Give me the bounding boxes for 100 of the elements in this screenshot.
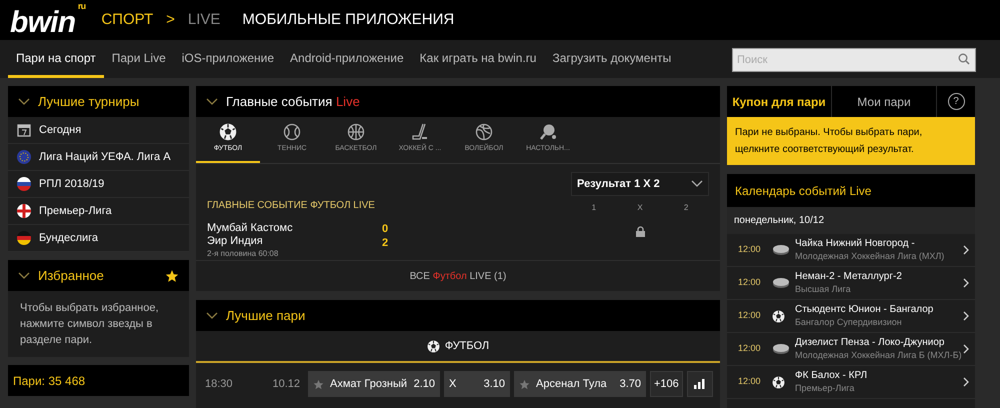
- stats-button[interactable]: [686, 371, 713, 397]
- team-name: Мумбай Кастомс: [207, 222, 294, 235]
- calendar-icon: [17, 123, 31, 137]
- volleyball-icon: [475, 123, 493, 142]
- panel-header[interactable]: Лучшие пари: [196, 300, 720, 331]
- star-icon: [519, 378, 530, 390]
- event-time: 12:00: [738, 375, 762, 388]
- date-header: понедельник, 10/12: [727, 207, 975, 234]
- match-period: 2-я половина 60:08: [207, 248, 280, 260]
- section-title: ГЛАВНЫЕ СОБЫТИЕ ФУТБОЛ LIVE: [207, 199, 376, 213]
- logo-suffix: ru: [78, 2, 86, 11]
- odds-button[interactable]: Ахмат Грозный 2.10: [308, 371, 440, 397]
- favorites-hint: Чтобы выбрать избранное, нажмите символ звезды в разделе пари.: [19, 301, 160, 348]
- panel-title: Календарь событий Live: [735, 182, 872, 200]
- chevron-right-icon: [963, 278, 969, 288]
- chevron-right-icon: [963, 245, 969, 255]
- nav-tab[interactable]: Пари Live: [104, 40, 174, 78]
- star-icon: [313, 378, 324, 390]
- flag-icon: [17, 231, 31, 245]
- event-row[interactable]: 12:00 Чайка Нижний Новгород - Молодежная Хоккейная Лига (МХЛ): [727, 234, 975, 267]
- odds-button[interactable]: Арсенал Тула 3.70: [514, 371, 646, 397]
- event-league: Молодежная Хоккейная Лига (МХЛ): [795, 250, 946, 262]
- chevron-down-icon: [691, 180, 703, 188]
- chevron-down-icon: [18, 272, 30, 280]
- coupon-message: Пари не выбраны. Чтобы выбрать пари, щелкните соответствующий результат.: [727, 117, 975, 165]
- puck-icon: [772, 343, 790, 355]
- panel-header[interactable]: Лучшие турниры: [8, 86, 189, 117]
- panel-header[interactable]: Главные события Live: [196, 86, 720, 117]
- tournament-item[interactable]: Бундеслига: [8, 225, 189, 252]
- bar-chart-icon: [694, 379, 706, 389]
- nav-tab[interactable]: iOS-приложение: [174, 40, 282, 78]
- nav-tab[interactable]: Android-приложение: [282, 40, 412, 78]
- chevron-right-icon: [963, 344, 969, 354]
- panel-title: Лучшие пари: [226, 306, 306, 325]
- event-name: ФК Балох - КРЛ: [795, 370, 868, 382]
- search-icon: [958, 53, 970, 65]
- star-icon: [165, 268, 179, 282]
- puck-icon: [772, 244, 790, 256]
- event-league: Премьер-Лига: [795, 382, 856, 394]
- event-name: Дизелист Пенза - Локо-Джуниор: [795, 337, 946, 349]
- soccer-ball-icon: [426, 340, 440, 352]
- nav-link[interactable]: МОБИЛЬНЫЕ ПРИЛОЖЕНИЯ: [242, 8, 454, 32]
- score: 2: [382, 236, 388, 250]
- flag-icon: [17, 204, 31, 218]
- panel-title: Лучшие турниры: [38, 92, 140, 111]
- all-live-link[interactable]: ВСЕ Футбол LIVE (1): [196, 261, 720, 291]
- help-button[interactable]: ?: [948, 93, 964, 110]
- nav-tab[interactable]: Как играть на bwin.ru: [412, 40, 544, 78]
- event-league: Высшая Лига: [795, 283, 852, 295]
- match-date: 10.12: [271, 376, 300, 392]
- nav-tab[interactable]: Пари на спорт: [8, 40, 104, 78]
- puck-icon: [772, 277, 790, 289]
- soccer-ball-icon: [772, 310, 785, 322]
- tennis-ball-icon: [283, 123, 301, 142]
- flag-icon: [17, 177, 31, 191]
- event-time: 12:00: [738, 276, 762, 290]
- nav-tab[interactable]: Загрузить документы: [544, 40, 680, 78]
- event-league: Молодежная Хоккейная Лига Б (МХЛ-Б): [795, 349, 963, 361]
- event-name: Неман-2 - Металлург-2: [795, 271, 903, 283]
- flag-icon: [17, 150, 31, 164]
- nav-link[interactable]: LIVE: [188, 8, 220, 32]
- chevron-down-icon: [206, 98, 218, 106]
- soccer-ball-icon: [772, 376, 785, 388]
- event-row[interactable]: 12:00 Неман-2 - Металлург-2 Высшая Лига: [727, 267, 975, 300]
- soccer-ball-icon: [219, 123, 237, 142]
- market-dropdown[interactable]: Результат 1 X 2: [571, 172, 709, 196]
- event-row[interactable]: 12:00 ФК Балох - КРЛ Премьер-Лига: [727, 366, 975, 399]
- bets-count: Пари: 35 468: [13, 372, 86, 390]
- event-league: Бангалор Супердивизион: [795, 316, 903, 328]
- event-name: Чайка Нижний Новгород -: [795, 238, 916, 250]
- panel-header[interactable]: Избранное: [8, 260, 189, 291]
- table-tennis-icon: [539, 123, 557, 142]
- event-row[interactable]: 12:00 Дизелист Пенза - Локо-Джуниор Молодежная Хоккейная Лига Б (МХЛ-Б): [727, 333, 975, 366]
- tournament-item[interactable]: Премьер-Лига: [8, 198, 189, 225]
- event-time: 12:00: [738, 243, 762, 256]
- sport-header: ФУТБОЛ: [196, 331, 720, 363]
- chevron-right-icon: [963, 377, 969, 387]
- match-time: 18:30: [204, 376, 234, 392]
- chevron-down-icon: [206, 312, 218, 320]
- more-markets-button[interactable]: +106: [650, 371, 683, 397]
- event-time: 12:00: [738, 309, 762, 322]
- column-header: X: [637, 202, 643, 214]
- nav-link[interactable]: СПОРТ: [101, 8, 154, 32]
- team-name: Эир Индия: [207, 235, 264, 248]
- column-header: 1: [592, 202, 596, 214]
- event-time: 12:00: [738, 342, 762, 356]
- search-field[interactable]: Поиск: [732, 48, 976, 72]
- panel-title: Главные события Live: [226, 92, 360, 111]
- odds-button[interactable]: X 3.10: [444, 371, 510, 397]
- chevron-right-icon: [963, 311, 969, 321]
- tournament-item[interactable]: Сегодня: [8, 117, 189, 144]
- column-header: 2: [684, 202, 688, 214]
- breadcrumb-separator: >: [166, 10, 175, 30]
- basketball-icon: [347, 123, 365, 142]
- tournament-item[interactable]: РПЛ 2018/19: [8, 171, 189, 198]
- event-name: Стьюдентс Юнион - Бангалор: [795, 304, 934, 316]
- score: 0: [382, 222, 388, 236]
- panel-title: Избранное: [38, 266, 104, 285]
- event-row[interactable]: 12:00 Стьюдентс Юнион - Бангалор Бангалор Супердивизион: [727, 300, 975, 333]
- tournament-item[interactable]: Лига Наций УЕФА. Лига А: [8, 144, 189, 171]
